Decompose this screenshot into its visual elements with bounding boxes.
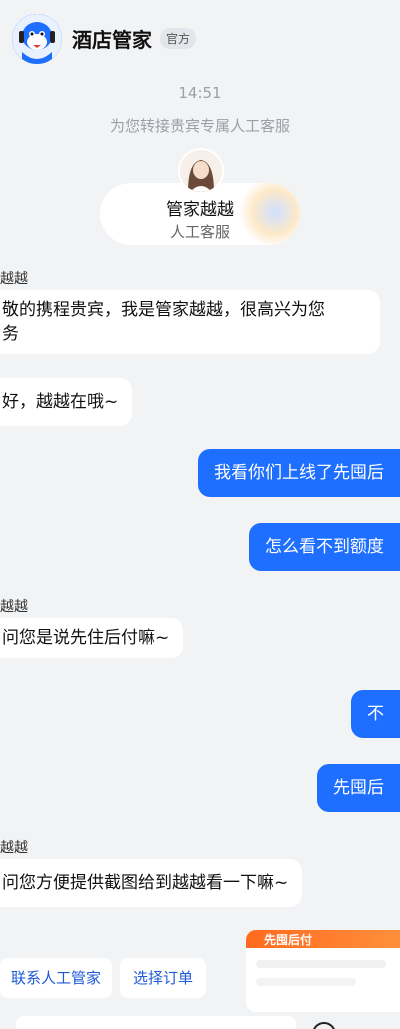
message-input[interactable] xyxy=(16,1016,296,1029)
message-sender: 越越 xyxy=(0,599,28,615)
agent-avatar[interactable] xyxy=(178,148,224,194)
message-line: 务 xyxy=(2,324,19,344)
preview-card[interactable]: 先囤后付 xyxy=(246,930,400,1012)
message-sender: 越越 xyxy=(0,840,28,856)
preview-card-line xyxy=(256,960,386,968)
message-bubble-agent[interactable]: 好，越越在哦~ xyxy=(0,378,133,426)
agent-name: 管家越越 xyxy=(166,200,234,220)
preview-card-label: 先囤后付 xyxy=(264,933,313,947)
official-badge: 官方 xyxy=(160,28,197,49)
select-order-button[interactable]: 选择订单 xyxy=(120,958,206,998)
message-bubble-agent[interactable]: 问您是说先住后付嘛~ xyxy=(0,618,184,658)
message-bubble-agent[interactable]: 敬的携程贵宾，我是管家越越，很高兴为您 务 xyxy=(0,290,380,354)
mascot-avatar-icon[interactable] xyxy=(12,14,62,64)
page-title: 酒店管家 xyxy=(72,28,152,52)
message-line: 敬的携程贵宾，我是管家越越，很高兴为您 xyxy=(2,300,325,320)
message-bubble-user[interactable]: 怎么看不到额度 xyxy=(249,523,400,571)
preview-card-header: 先囤后付 xyxy=(246,930,400,948)
preview-card-line xyxy=(256,978,356,986)
agent-role: 人工客服 xyxy=(169,223,230,241)
message-bubble-user[interactable]: 我看你们上线了先囤后 xyxy=(198,449,400,497)
message-sender: 越越 xyxy=(0,271,28,287)
transfer-note: 为您转接贵宾专属人工客服 xyxy=(109,117,290,135)
message-bubble-user[interactable]: 先囤后 xyxy=(317,764,400,812)
more-icon[interactable]: ⋯ xyxy=(360,1024,376,1029)
message-timestamp: 14:51 xyxy=(178,84,222,102)
message-bubble-user[interactable]: 不 xyxy=(351,690,400,738)
contact-agent-button[interactable]: 联系人工管家 xyxy=(0,958,112,998)
chat-header: 酒店管家 官方 xyxy=(0,0,400,78)
message-bubble-agent[interactable]: 问您方便提供截图给到越越看一下嘛~ xyxy=(0,859,303,907)
